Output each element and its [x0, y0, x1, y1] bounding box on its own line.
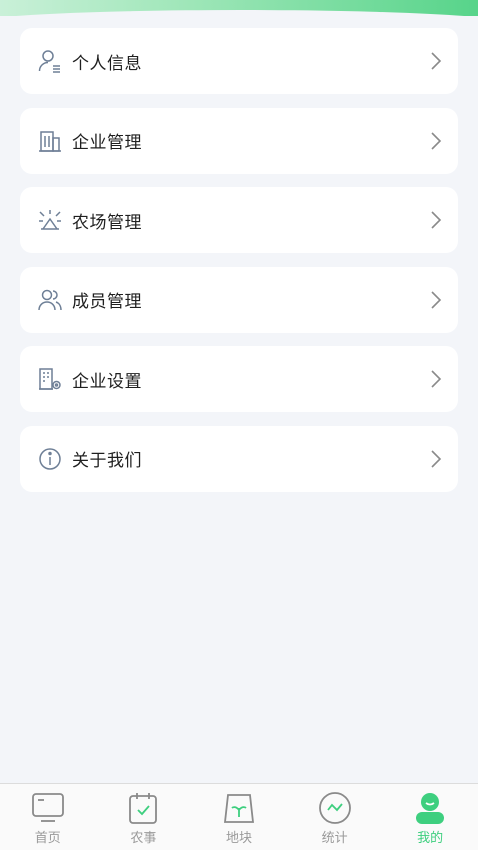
enterprise-settings-icon: [37, 366, 63, 392]
tab-farming[interactable]: 农事: [96, 784, 192, 850]
menu-item-label: 企业管理: [72, 133, 142, 153]
tab-mine[interactable]: 我的: [382, 784, 478, 850]
menu-item-label: 企业设置: [72, 371, 142, 392]
menu-item-personal-info[interactable]: 个人信息: [20, 28, 458, 94]
settings-menu: 个人信息 企业管理 农场管理 成员管理 企业设置 关于我们: [20, 28, 458, 505]
menu-item-farm-management[interactable]: 农场管理: [20, 187, 458, 253]
header-wave: [0, 10, 478, 16]
tab-label: 地块: [225, 831, 252, 846]
info-icon: [37, 446, 63, 472]
menu-item-member-management[interactable]: 成员管理: [20, 266, 458, 333]
chevron-right-icon: [431, 370, 442, 388]
tab-label: 农事: [130, 831, 157, 846]
menu-item-enterprise-settings[interactable]: 企业设置: [20, 346, 458, 412]
tab-statistics[interactable]: 统计: [287, 784, 383, 850]
menu-item-about-us[interactable]: 关于我们: [20, 425, 458, 492]
mine-icon: [416, 793, 445, 824]
menu-item-label: 农场管理: [72, 212, 142, 233]
tab-label: 我的: [417, 831, 444, 846]
tab-land[interactable]: 地块: [191, 784, 287, 850]
land-plot-icon: [223, 794, 254, 823]
tab-label: 首页: [34, 831, 61, 846]
chevron-right-icon: [431, 449, 442, 468]
menu-item-label: 成员管理: [72, 292, 142, 312]
tab-label: 统计: [321, 831, 348, 846]
chevron-right-icon: [431, 52, 442, 70]
header-banner: [0, 0, 478, 16]
user-profile-icon: [37, 48, 63, 74]
menu-item-enterprise-management[interactable]: 企业管理: [20, 107, 458, 174]
building-icon: [37, 128, 63, 154]
bottom-tab-bar: 首页 农事 地块 统计 我的: [0, 783, 478, 850]
home-icon: [31, 793, 64, 822]
members-icon: [37, 287, 63, 313]
chevron-right-icon: [431, 131, 442, 150]
menu-item-label: 关于我们: [72, 451, 142, 471]
calendar-check-icon: [129, 793, 158, 824]
chevron-right-icon: [431, 290, 442, 309]
menu-item-label: 个人信息: [72, 53, 142, 74]
statistics-icon: [318, 792, 351, 824]
chevron-right-icon: [431, 211, 442, 229]
farm-icon: [37, 207, 63, 233]
tab-home[interactable]: 首页: [0, 784, 96, 850]
